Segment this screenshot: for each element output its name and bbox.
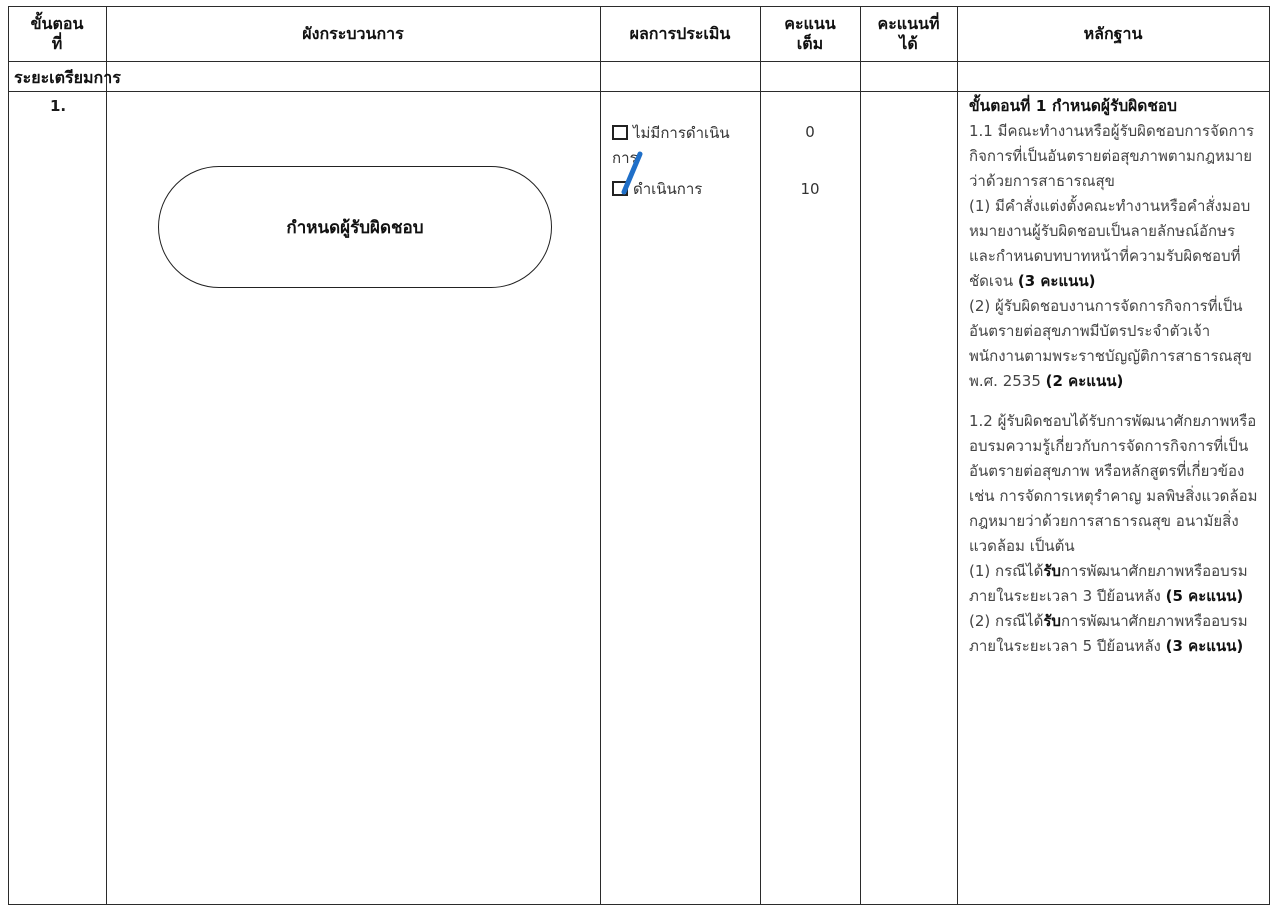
header-full-score: คะแนนเต็ม bbox=[784, 14, 836, 53]
phase-divider bbox=[8, 91, 1270, 92]
flowchart-terminal-box: กำหนดผู้รับผิดชอบ bbox=[158, 166, 552, 288]
step-number: 1. bbox=[50, 97, 67, 115]
table-border-bottom bbox=[8, 904, 1270, 905]
header-got-score: คะแนนที่ได้ bbox=[877, 14, 940, 53]
points-label: (2 คะแนน) bbox=[1045, 372, 1124, 390]
table-border-right bbox=[1269, 6, 1270, 905]
header-divider bbox=[8, 61, 1270, 62]
points-label: (3 คะแนน) bbox=[1017, 272, 1096, 290]
table-border-left bbox=[8, 6, 9, 905]
column-divider bbox=[106, 6, 107, 905]
full-score-not-done: 0 bbox=[805, 123, 815, 141]
header-result: ผลการประเมิน bbox=[629, 24, 731, 43]
checkbox-unchecked-icon[interactable] bbox=[612, 125, 628, 140]
pen-check-mark-icon bbox=[621, 151, 643, 195]
evidence-1-2: 1.2 ผู้รับผิดชอบได้รับการพัฒนาศักยภาพหรื… bbox=[969, 412, 1258, 555]
points-label: (3 คะแนน) bbox=[1165, 637, 1244, 655]
column-divider bbox=[600, 6, 601, 905]
evidence-1-2-1: (1) กรณีได้รับการพัฒนาศักยภาพหรืออบรมภาย… bbox=[969, 562, 1248, 605]
evidence-1-1-1: (1) มีคำสั่งแต่งตั้งคณะทำงานหรือคำสั่งมอ… bbox=[969, 197, 1251, 290]
evidence-1-1: 1.1 มีคณะทำงานหรือผู้รับผิดชอบการจัดการก… bbox=[969, 122, 1255, 190]
evidence-text: ขั้นตอนที่ 1 กำหนดผู้รับผิดชอบ 1.1 มีคณะ… bbox=[969, 94, 1265, 659]
full-score-done: 10 bbox=[800, 180, 820, 198]
assessment-table: ขั้นตอนที่ ผังกระบวนการ ผลการประเมิน คะแ… bbox=[0, 0, 1272, 906]
flowchart-terminal-label: กำหนดผู้รับผิดชอบ bbox=[286, 217, 424, 238]
header-evidence: หลักฐาน bbox=[1083, 24, 1143, 43]
header-step: ขั้นตอนที่ bbox=[30, 14, 84, 53]
column-divider bbox=[957, 6, 958, 905]
evidence-1-2-2: (2) กรณีได้รับการพัฒนาศักยภาพหรืออบรมภาย… bbox=[969, 612, 1248, 655]
evidence-1-1-2: (2) ผู้รับผิดชอบงานการจัดการกิจการที่เป็… bbox=[969, 297, 1252, 390]
evidence-title: ขั้นตอนที่ 1 กำหนดผู้รับผิดชอบ bbox=[969, 97, 1177, 115]
points-label: (5 คะแนน) bbox=[1165, 587, 1244, 605]
header-flow: ผังกระบวนการ bbox=[302, 24, 404, 43]
column-divider bbox=[860, 6, 861, 905]
phase-label: ระยะเตรียมการ bbox=[14, 68, 121, 87]
